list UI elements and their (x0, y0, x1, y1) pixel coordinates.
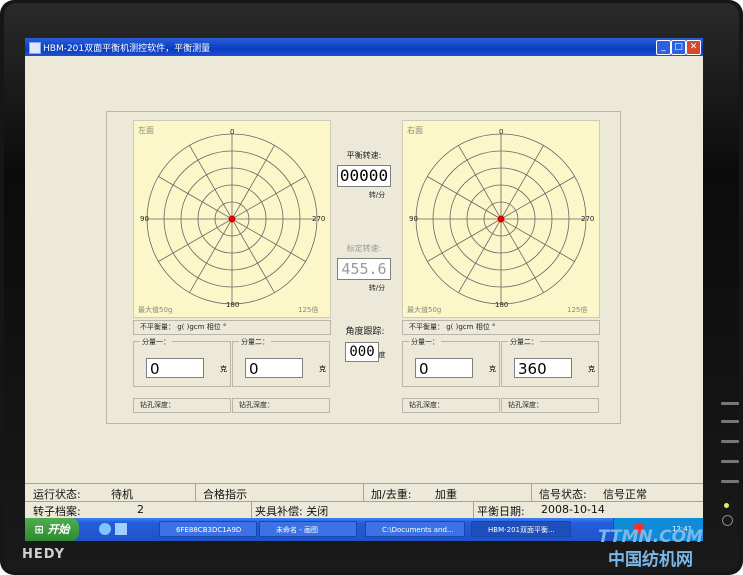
left-component-1-group: 分量一： 0 克 (133, 337, 231, 387)
right-comp1-caption: 分量一： (409, 337, 441, 347)
right-comp1-input[interactable]: 0 (415, 358, 473, 378)
right-polar-grid (415, 133, 587, 305)
left-drill-depth-1: 钻孔深度： (133, 398, 231, 413)
right-vector-point (497, 215, 505, 223)
power-button[interactable] (722, 515, 733, 526)
window-title: HBM-201双面平衡机测控软件，平衡测量 (43, 44, 211, 54)
left-unbalance-info: 不平衡量： g( )gcm 相位 ° (133, 320, 331, 335)
monitor-button-5[interactable] (721, 480, 739, 483)
calib-speed-unit: 转/分 (368, 284, 386, 292)
right-comp2-unit: 克 (588, 365, 595, 373)
right-drill-depth-2: 钻孔深度： (501, 398, 599, 413)
right-component-1-group: 分量一： 0 克 (402, 337, 500, 387)
right-angle-0: 0 (499, 128, 504, 136)
left-plot-label: 左面 (138, 126, 154, 135)
add-remove-value: 加重 (435, 488, 457, 501)
monitor-button-3[interactable] (721, 440, 739, 443)
balance-speed-unit: 转/分 (368, 191, 386, 199)
monitor-button-2[interactable] (721, 420, 739, 423)
angle-unit: 度 (378, 351, 386, 359)
client-area: 左面 0 90 180 270 最大值50g 125倍 右面 0 90 180 (25, 56, 703, 541)
left-scale: 125倍 (298, 306, 319, 314)
monitor-button-1[interactable] (721, 402, 739, 405)
angle-tracking-label: 角度跟踪: (345, 327, 385, 337)
power-led (724, 503, 729, 508)
right-plot-label: 右面 (407, 126, 423, 135)
desktop-icon[interactable] (115, 523, 127, 535)
balance-date-value: 2008-10-14 (541, 503, 605, 516)
left-angle-270: 270 (312, 215, 326, 223)
balance-date-label: 平衡日期: (477, 505, 525, 518)
right-scale: 125倍 (567, 306, 588, 314)
minimize-button[interactable]: _ (656, 40, 671, 55)
calib-speed-display: 455.6 (337, 258, 391, 280)
title-bar[interactable]: HBM-201双面平衡机测控软件，平衡测量 _ □ ✕ (25, 38, 703, 56)
left-comp2-unit: 克 (319, 365, 326, 373)
right-comp2-caption: 分量二： (508, 337, 540, 347)
right-angle-270: 270 (581, 215, 595, 223)
left-comp2-input[interactable]: 0 (245, 358, 303, 378)
right-angle-90: 90 (409, 215, 418, 223)
left-comp1-input[interactable]: 0 (146, 358, 204, 378)
taskbar-item-1[interactable]: 6FE88CB3DC1A9D (159, 521, 257, 537)
add-remove-label: 加/去重: (371, 488, 412, 501)
balance-speed-display: 00000 (337, 165, 391, 187)
left-angle-90: 90 (140, 215, 149, 223)
left-vector-point (228, 215, 236, 223)
watermark-text: 中国纺机网 (608, 550, 693, 570)
monitor-button-4[interactable] (721, 460, 739, 463)
left-polar-plot: 左面 0 90 180 270 最大值50g 125倍 (133, 120, 331, 318)
right-angle-180: 180 (495, 301, 509, 309)
right-drill-depth-1: 钻孔深度： (402, 398, 500, 413)
signal-status-value: 信号正常 (603, 488, 647, 501)
status-bar-1: 运行状态: 待机 合格指示 加/去重: 加重 信号状态: 信号正常 (25, 483, 703, 502)
left-comp1-unit: 克 (220, 365, 227, 373)
maximize-button[interactable]: □ (671, 40, 686, 55)
calib-speed-label: 标定转速: (346, 244, 382, 253)
run-status-value: 待机 (111, 488, 133, 501)
right-comp1-unit: 克 (489, 365, 496, 373)
balance-speed-label: 平衡转速: (346, 151, 382, 160)
taskbar-item-2[interactable]: 未命名 - 画图 (259, 521, 357, 537)
signal-status-label: 信号状态: (539, 488, 587, 501)
windows-logo-icon: ⊞ (34, 523, 48, 536)
ie-icon[interactable] (99, 523, 111, 535)
start-label: 开始 (47, 523, 70, 536)
rotor-file-value: 2 (137, 503, 144, 516)
right-polar-plot: 右面 0 90 180 270 最大值50g 125倍 (402, 120, 600, 318)
start-button[interactable]: ⊞ 开始 (25, 518, 79, 541)
left-angle-180: 180 (226, 301, 240, 309)
left-comp1-caption: 分量一： (140, 337, 172, 347)
left-component-2-group: 分量二： 0 克 (232, 337, 330, 387)
pass-indicator: 合格指示 (203, 488, 247, 501)
screen: HBM-201双面平衡机测控软件，平衡测量 _ □ ✕ 左面 0 90 180 … (25, 38, 703, 541)
status-bar-2: 转子档案: 2 夹具补偿: 关闭 平衡日期: 2008-10-14 (25, 501, 703, 519)
right-component-2-group: 分量二： 360 克 (501, 337, 599, 387)
run-status-label: 运行状态: (33, 488, 81, 501)
angle-tracking-display: 000 (345, 342, 379, 362)
right-unbalance-info: 不平衡量： g( )gcm 相位 ° (402, 320, 600, 335)
taskbar-item-3[interactable]: C:\Documents and... (365, 521, 465, 537)
app-icon (29, 42, 41, 54)
fixture-compensation: 夹具补偿: 关闭 (255, 505, 329, 518)
rotor-file-label: 转子档案: (33, 505, 81, 518)
close-button[interactable]: ✕ (686, 40, 701, 55)
taskbar-item-4[interactable]: HBM-201双面平衡... (471, 521, 571, 537)
monitor-brand: HEDY (22, 547, 66, 562)
left-drill-depth-2: 钻孔深度： (232, 398, 330, 413)
right-max-value: 最大值50g (407, 306, 442, 314)
left-max-value: 最大值50g (138, 306, 173, 314)
left-angle-0: 0 (230, 128, 235, 136)
right-comp2-input[interactable]: 360 (514, 358, 572, 378)
watermark-url: TTMN.COM (598, 527, 704, 547)
left-polar-grid (146, 133, 318, 305)
left-comp2-caption: 分量二： (239, 337, 271, 347)
